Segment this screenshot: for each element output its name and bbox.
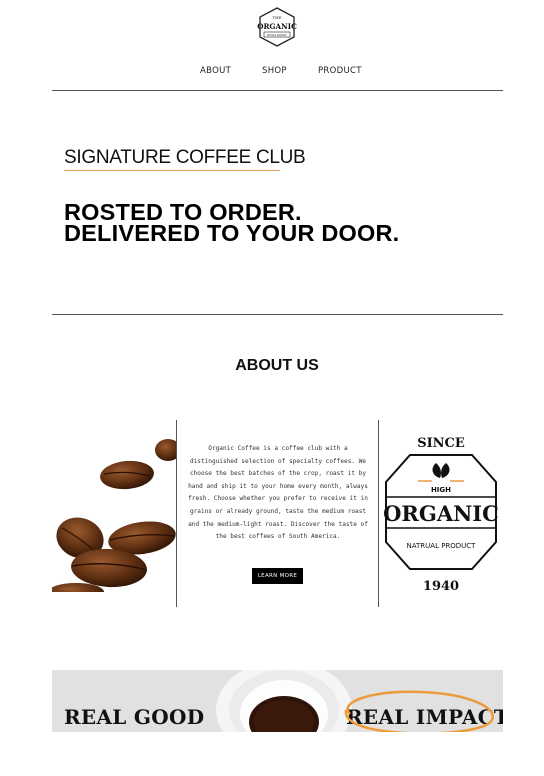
main-nav: ABOUT SHOP PRODUCT xyxy=(0,66,544,80)
badge-year: 1940 xyxy=(423,579,459,594)
nav-shop[interactable]: SHOP xyxy=(262,66,287,76)
nav-product[interactable]: PRODUCT xyxy=(318,66,362,76)
hero-kicker: SIGNATURE COFFEE CLUB xyxy=(64,147,306,168)
coffee-beans-image xyxy=(52,420,176,592)
headline-line-2: DELIVERED TO YOUR DOOR. xyxy=(64,220,400,246)
badge-since: SINCE xyxy=(417,436,465,451)
about-divider-left xyxy=(176,420,177,607)
about-divider-right xyxy=(378,420,379,607)
organic-logo[interactable]: THE ORGANIC ROYAL ROAST xyxy=(256,6,298,48)
hero-headline: ROSTED TO ORDER. DELIVERED TO YOUR DOOR. xyxy=(64,200,400,246)
banner-left-text: REAL GOOD xyxy=(64,705,205,729)
badge-high: HIGH xyxy=(431,486,451,494)
about-title: ABOUT US xyxy=(235,357,319,374)
learn-more-button[interactable]: LEARN MORE xyxy=(252,568,303,584)
real-impact-banner: REAL GOOD REAL IMPACT xyxy=(52,670,503,732)
organic-badge: SINCE HIGH ORGANIC NATRUAL PRODUCT 1940 xyxy=(383,436,499,594)
logo-main-text: ORGANIC xyxy=(257,22,297,31)
hero-divider xyxy=(52,314,503,315)
logo-top-text: THE xyxy=(272,15,281,20)
header-divider xyxy=(52,90,503,91)
badge-natrual: NATRUAL PRODUCT xyxy=(407,542,477,550)
badge-organic: ORGANIC xyxy=(383,501,499,526)
banner-circle-highlight xyxy=(344,690,495,732)
about-body: Organic Coffee is a coffee club with a d… xyxy=(188,445,368,541)
logo-sub-text: ROYAL ROAST xyxy=(267,33,287,37)
nav-about[interactable]: ABOUT xyxy=(200,66,231,76)
kicker-underline xyxy=(64,170,280,171)
